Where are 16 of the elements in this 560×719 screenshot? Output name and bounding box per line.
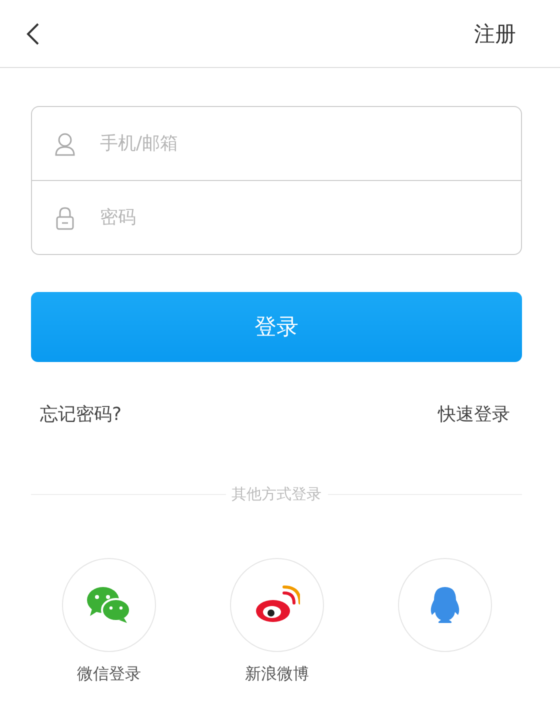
- password-field[interactable]: 密码: [98, 206, 501, 229]
- social-login-button[interactable]: [230, 558, 324, 652]
- chat-bubbles-icon: [86, 585, 132, 625]
- back-icon[interactable]: [26, 22, 40, 46]
- eye-icon: [254, 585, 300, 625]
- social-label: 微信登录: [77, 664, 141, 685]
- account-field[interactable]: 手机/邮箱: [98, 132, 501, 155]
- forgot-password-link[interactable]: 忘记密码?: [40, 402, 122, 426]
- social-login-button[interactable]: [62, 558, 156, 652]
- social-label: 新浪微博: [245, 664, 309, 685]
- register-link[interactable]: 注册: [474, 20, 516, 48]
- social-login-button[interactable]: [398, 558, 492, 652]
- lock-icon: [54, 206, 76, 230]
- user-icon: [54, 132, 76, 156]
- other-login-label: 其他方式登录: [226, 485, 328, 504]
- quick-login-link[interactable]: 快速登录: [438, 402, 510, 426]
